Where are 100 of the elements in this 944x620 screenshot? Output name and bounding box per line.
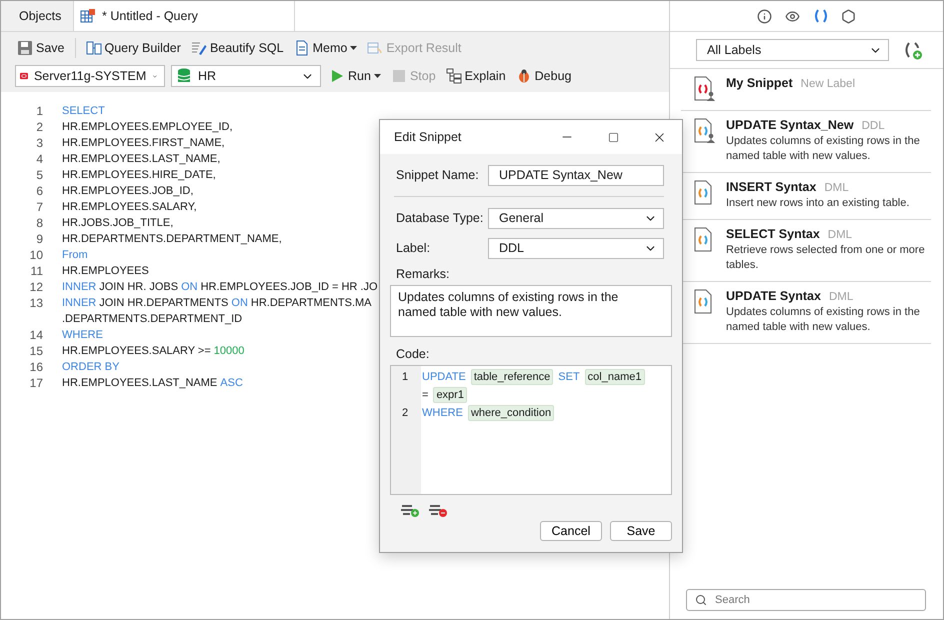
save-icon — [17, 40, 33, 56]
sql-keyword: WHERE — [62, 329, 103, 341]
search-icon — [695, 594, 707, 606]
remove-line-icon[interactable] — [428, 503, 448, 517]
code-text: .DEPARTMENTS.DEPARTMENT_ID — [62, 313, 242, 325]
code-text: HR.EMPLOYEES.JOB_ID = HR .JO — [200, 281, 378, 293]
field-label: Label: — [396, 241, 432, 255]
toolbar-button[interactable]: Run — [327, 68, 383, 84]
line-number: 8 — [35, 216, 44, 230]
snippet-label: DML — [824, 182, 849, 194]
snippet-name: UPDATE Syntax — [726, 289, 821, 303]
caret-icon — [374, 74, 381, 78]
placeholder-token: expr1 — [433, 387, 467, 403]
snippet-label: New Label — [800, 78, 856, 90]
code-text: HR.EMPLOYEES.LAST_NAME, — [62, 153, 220, 165]
snippet-name: SELECT Syntax — [726, 227, 820, 241]
connection-select[interactable]: Server11g-SYSTEM — [15, 65, 165, 87]
add-line-icon[interactable] — [400, 503, 420, 517]
database-type-select[interactable]: General — [488, 208, 664, 228]
code-text: HR.EMPLOYEES.SALARY >= — [62, 345, 211, 357]
code-text: HR.EMPLOYEES.LAST_NAME — [62, 377, 218, 389]
dialog-title: Edit Snippet — [394, 130, 462, 144]
line-number: 14 — [28, 328, 44, 342]
snippet-description: Updates columns of existing rows in the named table with new values. — [726, 305, 921, 335]
toolbar-button[interactable]: Beautify SQL — [188, 40, 286, 56]
placeholder-token: col_name1 — [584, 369, 644, 385]
line-number: 6 — [35, 184, 44, 198]
snippet-label: DML — [828, 291, 854, 303]
tab[interactable]: Objects — [1, 1, 74, 31]
code-text: HR.EMPLOYEES.SALARY, — [62, 201, 197, 213]
code-text: HR.JOBS.JOB_TITLE, — [62, 217, 174, 229]
dialog-button[interactable]: Cancel — [540, 521, 602, 541]
line-number: 16 — [28, 360, 44, 374]
brackets-icon[interactable] — [812, 8, 828, 24]
toolbar-button[interactable]: Memo — [292, 40, 360, 56]
line-number: 4 — [35, 152, 44, 166]
code-field[interactable]: 1 UPDATE table_reference SET col_name1 = expr1 2 WHERE where_condition — [390, 365, 672, 495]
code-text: HR.EMPLOYEES.EMPLOYEE_ID, — [62, 121, 233, 133]
line-number: 13 — [28, 296, 44, 310]
code-text: HR.DEPARTMENTS.MA — [250, 297, 372, 309]
snippet-label: DML — [828, 229, 852, 241]
sql-keyword: ASC — [220, 377, 243, 389]
sql-keyword: WHERE — [421, 406, 464, 421]
sql-keyword: INNER — [62, 297, 96, 309]
field-label: Remarks: — [396, 267, 450, 281]
snippet-item[interactable]: My Snippet New Label — [681, 69, 931, 111]
line-number: 1 — [400, 371, 410, 383]
snippet-name: My Snippet — [726, 76, 793, 90]
search-input[interactable]: Search — [715, 594, 917, 606]
code-text: HR.EMPLOYEES.JOB_ID, — [62, 185, 194, 197]
sql-keyword: UPDATE — [421, 370, 467, 385]
code-text: HR.EMPLOYEES — [62, 265, 149, 277]
placeholder-token: where_condition — [468, 405, 554, 421]
toolbar-button[interactable]: Query Builder — [84, 40, 183, 56]
number-literal: 10000 — [214, 345, 244, 357]
sql-keyword: From — [62, 249, 88, 261]
maximize-icon[interactable] — [608, 132, 618, 142]
document-icon — [294, 40, 310, 56]
sql-keyword: SET — [557, 370, 581, 385]
line-number: 15 — [28, 344, 44, 358]
line-number: 7 — [35, 200, 44, 214]
stop-icon — [390, 68, 407, 84]
snippet-description: Insert new rows into an existing table. — [726, 196, 910, 211]
sql-keyword: SELECT — [62, 105, 105, 117]
line-number: 3 — [35, 136, 44, 150]
toolbar-button[interactable]: Explain — [444, 68, 508, 84]
dialog-button[interactable]: Save — [610, 521, 672, 541]
snippet-name: INSERT Syntax — [726, 180, 816, 194]
snippet-description: Updates columns of existing rows in the named table with new values. — [726, 134, 921, 164]
toolbar-button[interactable]: Debug — [514, 68, 574, 84]
database-select[interactable]: HR — [171, 65, 321, 87]
code-text: = — [421, 388, 430, 403]
code-text: JOIN HR. JOBS — [99, 281, 178, 293]
label-select[interactable]: DDL — [488, 238, 664, 258]
beautify-icon — [190, 40, 207, 56]
caret-icon — [350, 46, 358, 50]
hexagon-icon[interactable] — [840, 8, 856, 24]
field-label: Code: — [396, 347, 430, 361]
label-filter-select[interactable]: All Labels — [696, 39, 889, 61]
code-text: HR.EMPLOYEES.HIRE_DATE, — [62, 169, 216, 181]
snippet-label: DDL — [862, 120, 885, 132]
line-number: 1 — [35, 104, 44, 118]
code-text: JOIN HR.DEPARTMENTS — [99, 297, 228, 309]
diagram-icon — [446, 68, 462, 84]
sql-keyword: ORDER BY — [62, 361, 120, 373]
placeholder-token: table_reference — [470, 369, 554, 385]
line-number: 11 — [30, 264, 44, 278]
info-icon[interactable] — [756, 8, 772, 24]
database-icon — [176, 68, 192, 84]
table-export-icon — [367, 40, 384, 56]
line-number: 9 — [35, 232, 44, 246]
builder-icon — [86, 40, 102, 56]
snippet-name-field[interactable]: UPDATE Syntax_New — [488, 164, 664, 186]
line-number: 10 — [28, 248, 44, 262]
add-snippet-icon[interactable] — [903, 40, 923, 60]
field-label: Snippet Name: — [396, 168, 480, 182]
remarks-field[interactable]: Updates columns of existing rows in the named table with new values. — [390, 285, 672, 337]
toolbar-button[interactable]: Save — [15, 40, 66, 56]
search-field[interactable]: Search — [686, 589, 926, 611]
line-number: 2 — [400, 407, 410, 419]
